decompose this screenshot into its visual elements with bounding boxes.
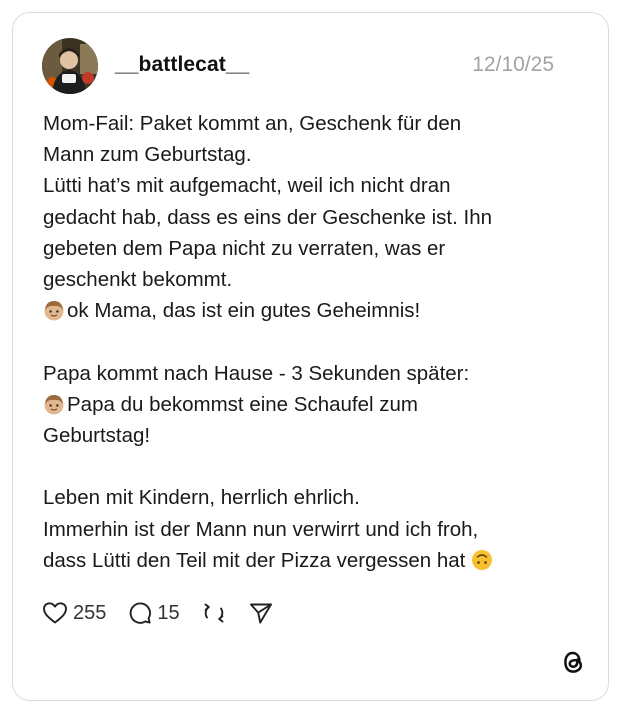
post-line: ok Mama, das ist ein gutes Geheimnis! bbox=[43, 295, 583, 326]
post-line: Leben mit Kindern, herrlich ehrlich. bbox=[43, 486, 360, 510]
post-card: __battlecat__ 12/10/25 Mom-Fail: Paket k… bbox=[12, 12, 609, 701]
post-line-text: dass Lütti den Teil mit der Pizza verges… bbox=[43, 548, 466, 572]
post-line: gebeten dem Papa nicht zu verraten, was … bbox=[43, 236, 446, 260]
post-line: Immerhin ist der Mann nun verwirrt und i… bbox=[43, 517, 479, 541]
post-date: 12/10/25 bbox=[472, 53, 554, 76]
share-icon bbox=[249, 603, 272, 624]
post-line: gedacht hab, dass es eins der Geschenke … bbox=[43, 205, 492, 229]
action-bar: 255 15 bbox=[42, 598, 296, 628]
post-line: Lütti hat’s mit aufgemacht, weil ich nic… bbox=[43, 174, 451, 198]
username[interactable]: __battlecat__ bbox=[115, 53, 249, 77]
post-line-text: ok Mama, das ist ein gutes Geheimnis! bbox=[67, 299, 421, 323]
threads-logo[interactable] bbox=[559, 647, 587, 677]
threads-icon bbox=[564, 651, 583, 673]
reply-button[interactable]: 15 bbox=[128, 601, 180, 625]
post-line: Mann zum Geburtstag. bbox=[43, 143, 252, 167]
repost-button[interactable] bbox=[202, 601, 226, 625]
like-count: 255 bbox=[73, 601, 107, 624]
boy-emoji bbox=[43, 299, 65, 321]
share-button[interactable] bbox=[248, 601, 274, 625]
post-line-text: Papa du bekommst eine Schaufel zum bbox=[67, 392, 418, 416]
post-line: dass Lütti den Teil mit der Pizza verges… bbox=[43, 545, 583, 576]
post-line: geschenkt bekommt. bbox=[43, 268, 233, 292]
upside-down-face-emoji bbox=[471, 549, 493, 571]
boy-emoji bbox=[43, 393, 65, 415]
repost-icon bbox=[204, 603, 224, 623]
reply-count: 15 bbox=[157, 601, 180, 624]
comment-icon bbox=[130, 602, 152, 624]
post-line: Geburtstag! bbox=[43, 424, 151, 448]
post-line: Papa du bekommst eine Schaufel zum bbox=[43, 389, 583, 420]
like-button[interactable]: 255 bbox=[42, 601, 106, 625]
post-line: Mom-Fail: Paket kommt an, Geschenk für d… bbox=[43, 112, 462, 135]
avatar-photo bbox=[42, 38, 98, 94]
heart-icon bbox=[43, 602, 67, 624]
post-line: Papa kommt nach Hause - 3 Sekunden späte… bbox=[43, 361, 470, 385]
avatar[interactable] bbox=[42, 38, 98, 94]
post-text: Mom-Fail: Paket kommt an, Geschenk für d… bbox=[43, 108, 583, 576]
